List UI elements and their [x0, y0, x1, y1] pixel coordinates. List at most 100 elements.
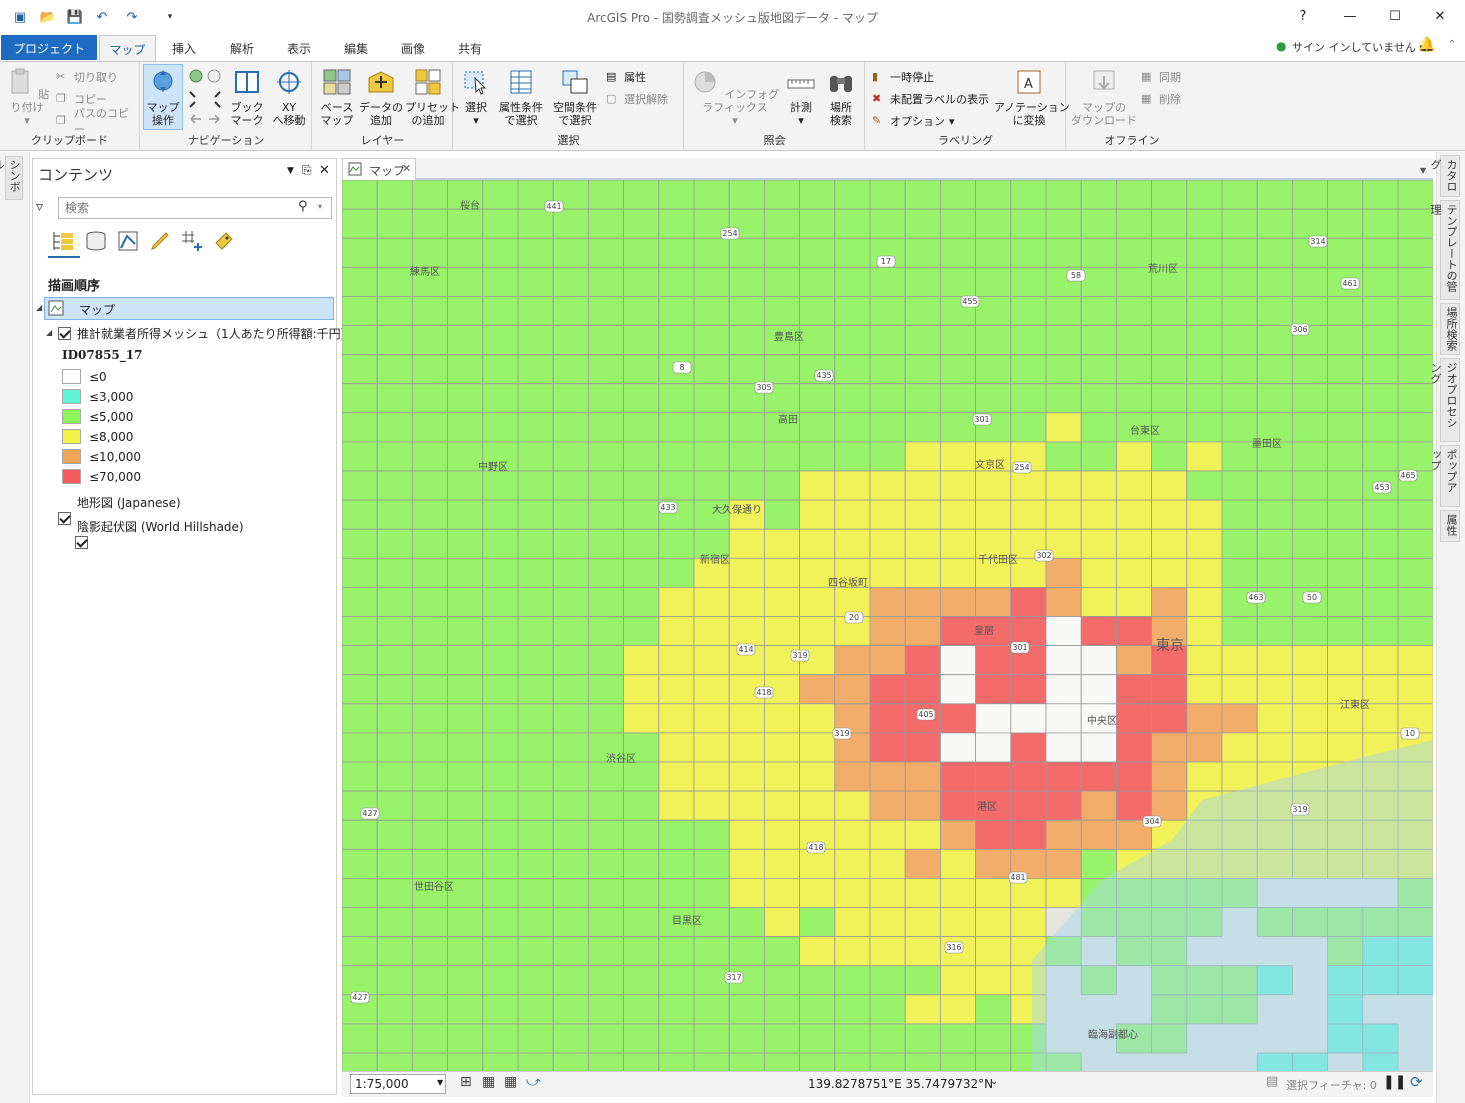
mesh-cell[interactable]	[1186, 703, 1223, 734]
mesh-cell[interactable]	[1327, 180, 1364, 210]
mesh-cell[interactable]	[342, 528, 378, 559]
mesh-cell[interactable]	[904, 907, 941, 938]
mesh-cell[interactable]	[552, 528, 589, 559]
mesh-cell[interactable]	[552, 208, 589, 239]
mesh-cell[interactable]	[1010, 354, 1047, 385]
mesh-cell[interactable]	[1116, 266, 1153, 297]
mesh-cell[interactable]	[482, 878, 519, 908]
mesh-cell[interactable]	[1010, 412, 1047, 443]
select-by-location-button[interactable]: 空間条件 で選択	[550, 68, 600, 127]
mesh-cell[interactable]	[1292, 354, 1329, 385]
scale-selector[interactable]: 1:75,000	[350, 1074, 446, 1094]
mesh-cell[interactable]	[728, 412, 765, 443]
mesh-cell[interactable]	[623, 848, 660, 879]
mesh-cell[interactable]	[447, 412, 484, 443]
mesh-cell[interactable]	[869, 965, 906, 996]
mesh-cell[interactable]	[517, 703, 554, 734]
mesh-cell[interactable]	[1292, 266, 1329, 297]
mesh-cell[interactable]	[1186, 470, 1223, 501]
mesh-cell[interactable]	[658, 412, 695, 443]
mesh-cell[interactable]	[693, 761, 730, 792]
mesh-cell[interactable]	[834, 296, 871, 326]
mesh-cell[interactable]	[693, 703, 730, 734]
mesh-cell[interactable]	[552, 616, 589, 647]
mesh-cell[interactable]	[869, 180, 906, 210]
mesh-cell[interactable]	[1010, 266, 1047, 297]
mesh-cell[interactable]	[552, 412, 589, 443]
mesh-cell[interactable]	[763, 528, 800, 559]
mesh-cell[interactable]	[975, 907, 1012, 938]
mesh-cell[interactable]	[1151, 528, 1188, 559]
mesh-cell[interactable]	[517, 645, 554, 676]
mesh-cell[interactable]	[728, 994, 765, 1025]
mesh-cell[interactable]	[1327, 208, 1364, 239]
mesh-cell[interactable]	[869, 470, 906, 501]
mesh-cell[interactable]	[342, 819, 378, 850]
mesh-cell[interactable]	[482, 790, 519, 821]
mesh-cell[interactable]	[904, 994, 941, 1025]
mesh-cell[interactable]	[1362, 499, 1399, 530]
mesh-cell[interactable]	[763, 994, 800, 1025]
mesh-cell[interactable]	[1186, 441, 1223, 472]
mesh-cell[interactable]	[1256, 557, 1293, 588]
mesh-cell[interactable]	[587, 616, 624, 647]
mesh-cell[interactable]	[1362, 528, 1399, 559]
mesh-cell[interactable]	[623, 180, 660, 210]
mesh-cell[interactable]	[1010, 383, 1047, 414]
mesh-cell[interactable]	[904, 878, 941, 908]
mesh-cell[interactable]	[658, 441, 695, 472]
mesh-cell[interactable]	[763, 237, 800, 268]
mesh-cell[interactable]	[869, 703, 906, 734]
mesh-cell[interactable]	[1327, 412, 1364, 443]
mesh-cell[interactable]	[552, 470, 589, 501]
layer-expand-icon[interactable]: ◢	[46, 328, 52, 337]
mesh-cell[interactable]	[1151, 703, 1188, 734]
mesh-cell[interactable]	[693, 1052, 730, 1071]
mesh-cell[interactable]	[1397, 528, 1433, 559]
mesh-cell[interactable]	[1327, 499, 1364, 530]
mesh-cell[interactable]	[587, 237, 624, 268]
mesh-cell[interactable]	[869, 325, 906, 356]
mesh-cell[interactable]	[1116, 674, 1153, 705]
mesh-cell[interactable]	[1397, 237, 1433, 268]
mesh-cell[interactable]	[940, 907, 977, 938]
mesh-cell[interactable]	[376, 965, 413, 996]
mesh-cell[interactable]	[1010, 499, 1047, 530]
mesh-cell[interactable]	[412, 528, 449, 559]
mesh-cell[interactable]	[763, 1052, 800, 1071]
mesh-cell[interactable]	[869, 907, 906, 938]
mesh-cell[interactable]	[1151, 499, 1188, 530]
mesh-cell[interactable]	[447, 965, 484, 996]
mesh-cell[interactable]	[552, 732, 589, 763]
mesh-cell[interactable]	[940, 208, 977, 239]
mesh-cell[interactable]	[904, 266, 941, 297]
mesh-cell[interactable]	[623, 354, 660, 385]
mesh-cell[interactable]	[763, 586, 800, 617]
mesh-cell[interactable]	[834, 848, 871, 879]
mesh-cell[interactable]	[623, 703, 660, 734]
mesh-cell[interactable]	[1362, 412, 1399, 443]
mesh-cell[interactable]	[1256, 237, 1293, 268]
list-by-selection-icon[interactable]	[116, 229, 140, 253]
legend-swatch[interactable]	[62, 389, 81, 404]
mesh-cell[interactable]	[1010, 674, 1047, 705]
mesh-cell[interactable]	[1045, 296, 1082, 326]
mesh-cell[interactable]	[799, 412, 836, 443]
mesh-cell[interactable]	[342, 557, 378, 588]
mesh-cell[interactable]	[412, 1023, 449, 1054]
mesh-cell[interactable]	[517, 819, 554, 850]
convert-to-annotation-button[interactable]: A アノテーション に変換	[994, 68, 1070, 127]
mesh-cell[interactable]	[1151, 180, 1188, 210]
mesh-cell[interactable]	[623, 296, 660, 326]
tab-project[interactable]: プロジェクト	[1, 35, 97, 60]
mesh-cell[interactable]	[1397, 616, 1433, 647]
mesh-cell[interactable]	[517, 586, 554, 617]
pane-menu-icon[interactable]: ▼	[287, 166, 294, 176]
mesh-cell[interactable]	[940, 994, 977, 1025]
mesh-cell[interactable]	[1292, 528, 1329, 559]
mesh-cell[interactable]	[869, 354, 906, 385]
mesh-cell[interactable]	[482, 703, 519, 734]
mesh-cell[interactable]	[1292, 674, 1329, 705]
mesh-cell[interactable]	[412, 674, 449, 705]
mesh-cell[interactable]	[342, 848, 378, 879]
